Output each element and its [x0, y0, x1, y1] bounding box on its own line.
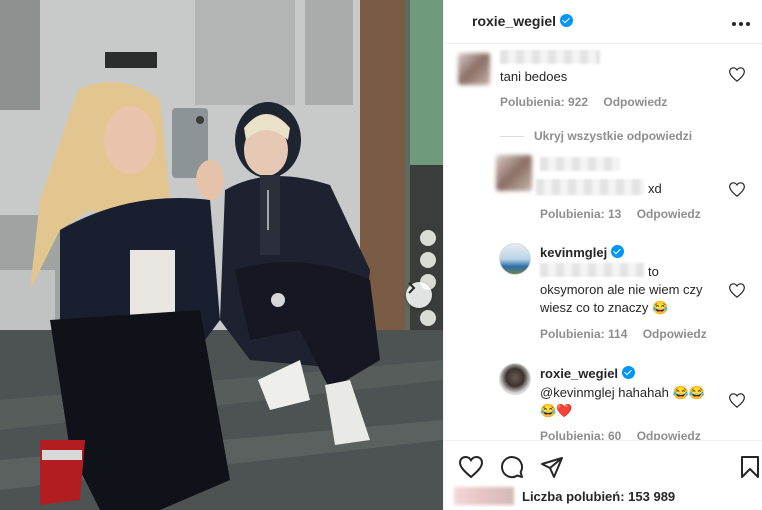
post-side-panel: roxie_wegiel tani bedoes Polubienia: 922…: [443, 0, 762, 510]
comment-reply-button[interactable]: Odpowiedz: [603, 95, 667, 109]
comment-likes-count[interactable]: Polubienia: 114: [540, 327, 627, 341]
commenter-name-blurred[interactable]: [500, 50, 600, 64]
comment-text-line: 😂❤️: [540, 403, 573, 418]
comment-text-blurred: [540, 263, 644, 277]
post-action-bar: Liczba polubień: 153 989: [444, 440, 762, 510]
comment-text-blurred: [536, 179, 644, 195]
more-options-button[interactable]: [729, 10, 753, 32]
verified-badge-icon: [611, 245, 625, 258]
comment-reply-button[interactable]: Odpowiedz: [637, 429, 701, 440]
commenter-avatar-blurred[interactable]: [496, 155, 532, 191]
hide-replies-toggle[interactable]: Ukryj wszystkie odpowiedzi: [500, 129, 692, 143]
comment-likes-count[interactable]: Polubienia: 13: [540, 207, 621, 221]
share-button[interactable]: [539, 455, 565, 481]
comment-text: tani bedoes: [500, 69, 568, 84]
heart-icon: [729, 182, 745, 197]
comment-meta: Polubienia: 114 Odpowiedz: [540, 327, 719, 341]
commenter-avatar-blurred[interactable]: [458, 53, 490, 85]
comment-item: tani bedoes Polubienia: 922 Odpowiedz: [444, 45, 762, 115]
post-author[interactable]: roxie_wegiel: [472, 13, 574, 29]
comment-header: kevinmglej: [540, 244, 625, 261]
chevron-right-icon: [408, 282, 416, 294]
bookmark-icon: [741, 456, 759, 478]
likes-count[interactable]: Liczba polubień: 153 989: [522, 489, 675, 504]
comment-meta: Polubienia: 13 Odpowiedz: [540, 207, 713, 221]
photo-illustration: [0, 0, 443, 510]
comment-likes-count[interactable]: Polubienia: 60: [540, 429, 621, 440]
commenter-name-blurred[interactable]: [540, 157, 620, 171]
send-icon: [541, 457, 563, 478]
comment-like-button[interactable]: [728, 67, 746, 85]
more-horizontal-icon: [732, 22, 750, 26]
likes-summary: Liczba polubień: 153 989: [454, 487, 675, 505]
post-photo: [0, 0, 443, 510]
comment-icon: [501, 456, 524, 479]
comment-reply-button[interactable]: Odpowiedz: [637, 207, 701, 221]
comment-like-button[interactable]: [728, 182, 746, 200]
comment-text-line: to: [648, 264, 659, 279]
comment-meta: Polubienia: 922 Odpowiedz: [500, 95, 679, 109]
reply-item: xd Polubienia: 13 Odpowiedz: [444, 149, 762, 229]
comment-reply-button[interactable]: Odpowiedz: [643, 327, 707, 341]
comment-header: roxie_wegiel: [540, 365, 636, 382]
verified-badge-icon: [560, 14, 574, 27]
comment-like-button[interactable]: [728, 283, 746, 301]
comments-list[interactable]: tani bedoes Polubienia: 922 Odpowiedz Uk…: [444, 45, 762, 440]
liked-by-avatars-blurred[interactable]: [454, 487, 514, 505]
verified-badge-icon: [622, 366, 636, 379]
comment-text-line: wiesz co to znaczy 😂: [540, 300, 669, 315]
heart-icon: [729, 393, 745, 408]
post-author-name[interactable]: roxie_wegiel: [472, 13, 556, 29]
commenter-avatar[interactable]: [499, 363, 531, 395]
reply-item: roxie_wegiel @kevinmglej hahahah 😂😂 😂❤️ …: [444, 359, 762, 440]
reply-item: kevinmglej to oksymoron ale nie wiem czy…: [444, 239, 762, 349]
comment-button[interactable]: [499, 455, 525, 481]
commenter-name[interactable]: kevinmglej: [540, 245, 607, 260]
comment-meta: Polubienia: 60 Odpowiedz: [540, 429, 713, 440]
comment-text-line: oksymoron ale nie wiem czy: [540, 282, 703, 297]
commenter-avatar[interactable]: [499, 243, 531, 275]
like-button[interactable]: [458, 455, 484, 481]
comment-text: xd: [648, 181, 662, 196]
commenter-name[interactable]: roxie_wegiel: [540, 366, 618, 381]
heart-icon: [729, 283, 745, 298]
comment-like-button[interactable]: [728, 393, 746, 411]
save-button[interactable]: [737, 455, 762, 481]
comment-likes-count[interactable]: Polubienia: 922: [500, 95, 588, 109]
post-header: roxie_wegiel: [444, 0, 762, 44]
heart-icon: [729, 67, 745, 82]
comment-text-line: @kevinmglej hahahah 😂😂: [540, 385, 705, 400]
heart-icon: [458, 455, 484, 478]
next-photo-button[interactable]: [406, 282, 432, 308]
